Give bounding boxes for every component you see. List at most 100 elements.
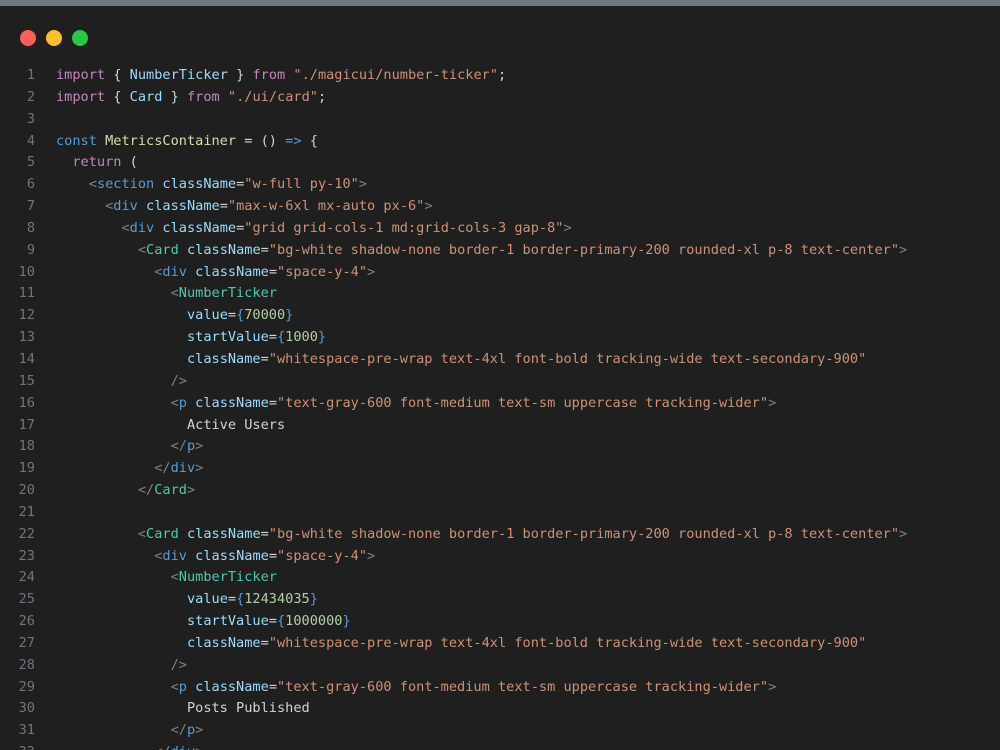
code-window: 1 import { NumberTicker } from "./magicui… [0, 6, 1000, 750]
line-number: 14 [18, 350, 35, 367]
code-line: 12 value={70000} [0, 305, 1000, 327]
line-text: import { NumberTicker } from "./magicui/… [35, 65, 506, 87]
close-button[interactable] [20, 30, 36, 46]
code-token: import [56, 67, 106, 83]
line-text: </div> [35, 458, 203, 480]
code-token: > [367, 547, 376, 564]
window-controls [20, 30, 88, 46]
line-text: <div className="grid grid-cols-1 md:grid… [35, 218, 571, 240]
code-token: > [768, 678, 777, 695]
code-token: from [252, 67, 286, 83]
code-token: "w-full py-10" [244, 176, 359, 193]
line-number: 20 [18, 482, 35, 499]
code-line: 9 <Card className="bg-white shadow-none … [0, 240, 1000, 262]
code-token: = [268, 547, 278, 564]
line-number: 11 [18, 285, 35, 302]
line-text: import { Card } from "./ui/card"; [35, 87, 326, 109]
code-line: 1 import { NumberTicker } from "./magicui… [0, 65, 1000, 87]
code-editor[interactable]: 1 import { NumberTicker } from "./magicui… [0, 65, 1000, 750]
code-line: 31 </p> [0, 720, 1000, 742]
code-token: ( [121, 154, 138, 171]
line-number: 25 [18, 591, 35, 608]
code-token: NumberTicker [178, 285, 277, 302]
code-line: 27 className="whitespace-pre-wrap text-4… [0, 633, 1000, 655]
code-line: 13 startValue={1000} [0, 327, 1000, 349]
code-line: 17 Active Users [0, 415, 1000, 437]
line-text: className="whitespace-pre-wrap text-4xl … [35, 349, 866, 371]
line-number: 8 [26, 219, 35, 236]
line-number: 5 [26, 154, 35, 171]
line-text: <p className="text-gray-600 font-medium … [35, 393, 777, 415]
code-token: </ [170, 722, 187, 739]
code-token: = [268, 263, 278, 280]
code-token: "text-gray-600 font-medium text-sm upper… [277, 394, 769, 411]
code-line: 2 import { Card } from "./ui/card"; [0, 87, 1000, 109]
line-number: 2 [26, 88, 35, 105]
code-token: section [96, 176, 155, 193]
line-text: </p> [35, 720, 204, 742]
code-line: 8 <div className="grid grid-cols-1 md:gr… [0, 218, 1000, 240]
line-text: </Card> [35, 480, 195, 502]
code-line: 32 </div> [0, 742, 1000, 750]
code-token: Active Users [56, 416, 286, 433]
code-token: ; [498, 67, 507, 83]
code-line: 22 <Card className="bg-white shadow-none… [0, 524, 1000, 546]
line-number: 28 [18, 656, 35, 673]
code-token: "./ui/card" [227, 88, 318, 105]
code-token: > [195, 722, 204, 739]
code-token: </ [154, 460, 171, 477]
code-token: > [424, 198, 433, 215]
code-token: = [219, 198, 228, 215]
line-text: <div className="space-y-4"> [35, 546, 375, 568]
code-token: = () [236, 132, 286, 149]
code-line: 7 <div className="max-w-6xl mx-auto px-6… [0, 196, 1000, 218]
code-token: { [276, 329, 286, 346]
code-token: < [170, 394, 179, 411]
code-token: MetricsContainer [105, 132, 237, 149]
minimize-button[interactable] [46, 30, 62, 46]
line-text: <Card className="bg-white shadow-none bo… [35, 240, 907, 262]
code-line: 3 [0, 109, 1000, 131]
code-token: import [56, 88, 106, 105]
code-token: startValue [186, 613, 269, 630]
line-text: startValue={1000000} [35, 611, 351, 633]
code-token: "max-w-6xl mx-auto px-6" [227, 198, 425, 215]
code-token: className [186, 525, 261, 542]
code-token: 12434035 [244, 591, 310, 608]
code-token: = [227, 307, 237, 324]
code-token: /> [170, 372, 187, 389]
line-text: <div className="space-y-4"> [35, 262, 375, 284]
code-token: "space-y-4" [277, 263, 368, 280]
code-line: 20 </Card> [0, 480, 1000, 502]
code-line: 4 const MetricsContainer = () => { [0, 131, 1000, 153]
code-token: = [260, 525, 269, 542]
code-token: const [56, 132, 97, 149]
code-token: { [276, 613, 286, 630]
line-text: <div className="max-w-6xl mx-auto px-6"> [35, 196, 433, 218]
line-text: value={70000} [35, 305, 293, 327]
line-text [35, 502, 56, 524]
code-token: NumberTicker [129, 67, 228, 83]
line-text: </div> [35, 742, 203, 750]
code-line: 16 <p className="text-gray-600 font-medi… [0, 393, 1000, 415]
line-number: 13 [18, 329, 35, 346]
code-token: p [178, 394, 187, 411]
code-token: Posts Published [56, 700, 310, 717]
code-token: { [105, 88, 130, 105]
code-line: 28 /> [0, 655, 1000, 677]
code-line: 14 className="whitespace-pre-wrap text-4… [0, 349, 1000, 371]
code-token: } [309, 591, 318, 608]
maximize-button[interactable] [72, 30, 88, 46]
line-number: 32 [0, 742, 35, 750]
